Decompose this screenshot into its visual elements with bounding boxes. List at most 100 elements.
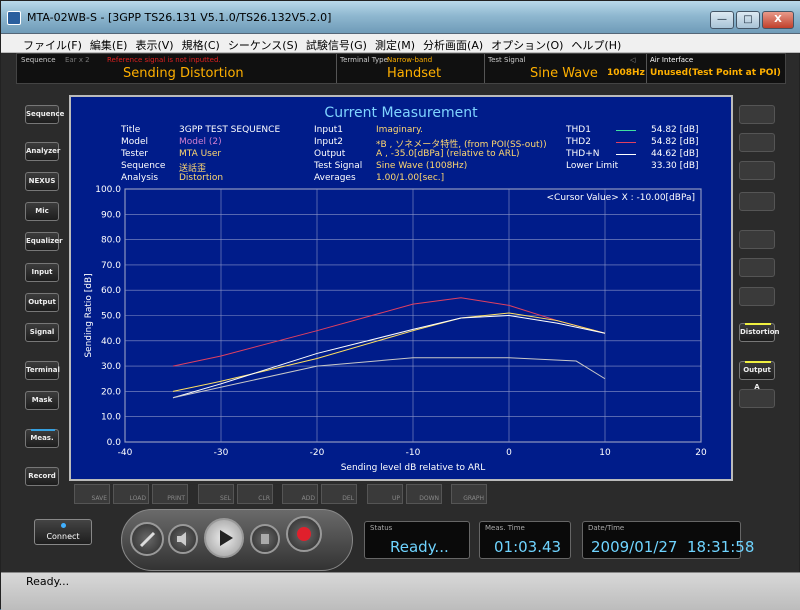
app-window: MTA-02WB-S - [3GPP TS26.131 V5.1.0/TS26.… (0, 0, 800, 610)
panel-toolbar: SAVE LOAD PRINT SEL CLR ADD DEL UP DOWN … (69, 481, 733, 507)
status-bar-text: Ready... (26, 575, 70, 588)
terminal-label: Terminal Type (340, 56, 388, 64)
delete-button[interactable]: DEL (321, 484, 357, 504)
analyzer-button[interactable]: Analyzer (25, 142, 60, 161)
signal-value: Sine Wave (530, 66, 598, 81)
x-tick-label: -40 (118, 448, 133, 458)
nexus-button[interactable]: NEXUS (25, 172, 59, 191)
y-tick-label: 90.0 (101, 210, 121, 220)
cursor-readout: <Cursor Value> X : -10.00[dBPa] (547, 193, 695, 203)
graph-button[interactable]: GRAPH (451, 484, 487, 504)
y-tick-label: 20.0 (101, 387, 121, 397)
input-button[interactable]: Input (25, 263, 59, 282)
minimize-button[interactable]: — (710, 11, 734, 29)
meas-button[interactable]: Meas. (25, 429, 59, 448)
x-tick-label: -30 (214, 448, 229, 458)
date-time-label: Date/Time (588, 524, 625, 532)
output-a-indicator (745, 361, 771, 363)
status-display: Status Ready... (364, 521, 470, 559)
play-button[interactable] (204, 518, 244, 558)
stop-icon (261, 534, 269, 544)
status-bar: Ready... (1, 572, 800, 610)
y-tick-label: 40.0 (101, 337, 121, 347)
menu-test-signal[interactable]: 試験信号(G) (302, 34, 371, 53)
terminal-cell: Terminal Type Narrow-band Handset (337, 54, 485, 83)
distortion-indicator (745, 323, 771, 325)
connect-led (61, 523, 66, 528)
save-button[interactable]: SAVE (74, 484, 110, 504)
x-tick-label: 20 (695, 448, 707, 458)
menu-view[interactable]: 表示(V) (131, 34, 177, 53)
menu-file[interactable]: ファイル(F) (19, 34, 86, 53)
signal-button[interactable]: Signal (25, 323, 59, 342)
load-button[interactable]: LOAD (113, 484, 149, 504)
status-display-value: Ready... (390, 538, 449, 556)
right-slot-4 (739, 192, 775, 211)
distortion-chart[interactable]: 0.0 10.0 20.0 30.0 40.0 50.0 60.0 70.0 80.0 90.0 1… (71, 97, 731, 479)
menu-edit[interactable]: 編集(E) (86, 34, 132, 53)
meas-time-label: Meas. Time (485, 524, 525, 532)
menu-measure[interactable]: 測定(M) (371, 34, 419, 53)
x-tick-label: 10 (599, 448, 611, 458)
menu-bar: ファイル(F) 編集(E) 表示(V) 規格(C) シーケンス(S) 試験信号(G) 測定(… (1, 34, 800, 53)
add-button[interactable]: ADD (282, 484, 318, 504)
menu-help[interactable]: ヘルプ(H) (567, 34, 625, 53)
air-value: Unused(Test Point at POI) (650, 68, 781, 78)
y-tick-label: 50.0 (101, 312, 121, 322)
select-button[interactable]: SEL (198, 484, 234, 504)
air-cell: Air Interface Unused(Test Point at POI) (647, 54, 786, 83)
distortion-button-label: Distortion (740, 328, 780, 336)
x-tick-label: -10 (406, 448, 421, 458)
ear-label: Ear x 2 (65, 56, 90, 64)
right-slot-1 (739, 105, 775, 124)
measurement-panel: Current Measurement Title Model Tester S… (69, 95, 733, 481)
meas-indicator (31, 429, 55, 431)
terminal-value: Handset (387, 66, 442, 81)
speaker-icon: ◁ (630, 56, 636, 64)
print-button[interactable]: PRINT (152, 484, 188, 504)
air-label: Air Interface (650, 56, 694, 64)
menu-sequence[interactable]: シーケンス(S) (224, 34, 302, 53)
record-transport-button[interactable] (286, 516, 322, 552)
date-time-display: Date/Time 2009/01/27 18:31:58 (582, 521, 754, 559)
distortion-button[interactable]: Distortion (739, 323, 780, 342)
meas-time-display: Meas. Time 01:03.43 (479, 521, 571, 559)
y-tick-label: 10.0 (101, 413, 121, 423)
right-slot-2 (739, 133, 775, 152)
y-tick-label: 30.0 (101, 362, 121, 372)
right-slot-5 (739, 230, 775, 249)
sequence-cell: Sequence Ear x 2 Reference signal is not… (17, 54, 337, 83)
stop-button[interactable] (250, 524, 280, 554)
x-tick-label: -20 (310, 448, 325, 458)
y-axis-label: Sending Ratio [dB] (84, 273, 94, 357)
menu-standard[interactable]: 規格(C) (178, 34, 224, 53)
menu-analysis[interactable]: 分析画面(A) (419, 34, 487, 53)
speaker-button[interactable] (168, 524, 198, 554)
signal-cell: Test Signal ◁ Sine Wave 1008Hz (485, 54, 647, 83)
menu-options[interactable]: オプション(O) (487, 34, 567, 53)
terminal-button[interactable]: Terminal (25, 361, 60, 380)
record-button[interactable]: Record (25, 467, 59, 486)
control-deck: Connect Status Ready... Meas. Time 01:03… (1, 509, 800, 572)
up-button[interactable]: UP (367, 484, 403, 504)
output-button[interactable]: Output (25, 293, 59, 312)
play-icon (220, 530, 233, 546)
down-button[interactable]: DOWN (406, 484, 442, 504)
connect-button[interactable]: Connect (34, 519, 92, 545)
clear-button[interactable]: CLR (237, 484, 273, 504)
y-tick-label: 100.0 (95, 185, 121, 195)
sequence-value: Sending Distortion (123, 66, 244, 81)
record-icon (297, 527, 311, 541)
mic-button[interactable]: Mic (25, 202, 59, 221)
pencil-icon (139, 531, 156, 548)
output-a-button[interactable]: Output A (739, 361, 775, 391)
sequence-button[interactable]: Sequence (25, 105, 64, 124)
close-button[interactable]: X (762, 11, 794, 29)
meas-button-label: Meas. (30, 434, 54, 442)
x-tick-label: 0 (506, 448, 512, 458)
mask-button[interactable]: Mask (25, 391, 59, 410)
equalizer-button[interactable]: Equalizer (25, 232, 63, 251)
mic-knob-icon[interactable] (130, 522, 164, 556)
status-strip: Sequence Ear x 2 Reference signal is not… (16, 53, 786, 84)
maximize-button[interactable]: □ (736, 11, 760, 29)
